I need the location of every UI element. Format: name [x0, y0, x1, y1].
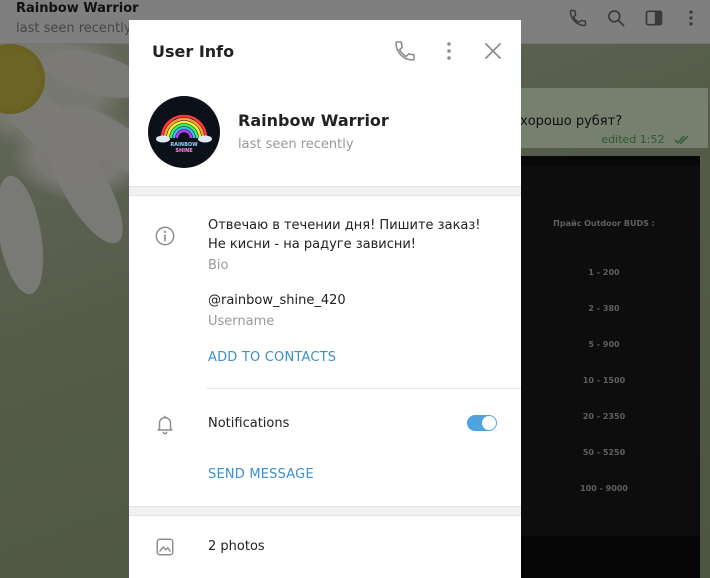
- more-vertical-icon[interactable]: [437, 39, 461, 63]
- photo-icon: [156, 538, 174, 556]
- modal-title: User Info: [152, 42, 235, 61]
- divider: [206, 388, 521, 389]
- bio-text: Отвечаю в течении дня! Пишите заказ! Не …: [208, 218, 481, 252]
- send-message-button[interactable]: SEND MESSAGE: [208, 467, 314, 482]
- photos-count[interactable]: 2 photos: [208, 539, 265, 554]
- bio-label: Bio: [208, 258, 229, 273]
- notifications-toggle[interactable]: [467, 415, 497, 431]
- close-icon[interactable]: [481, 39, 505, 63]
- section-separator: [129, 186, 521, 196]
- rainbow-logo-icon: RAINBOW SHINE: [156, 114, 212, 154]
- bell-icon: [157, 415, 173, 435]
- add-to-contacts-button[interactable]: ADD TO CONTACTS: [208, 350, 336, 365]
- toggle-knob: [482, 416, 496, 430]
- info-icon: [155, 226, 175, 246]
- phone-icon[interactable]: [393, 39, 417, 63]
- username-value[interactable]: @rainbow_shine_420: [208, 293, 346, 308]
- user-info-modal: User Info RAINBOW SHINE Rainbow Warrior …: [129, 20, 521, 578]
- svg-text:SHINE: SHINE: [175, 148, 193, 154]
- profile-name: Rainbow Warrior: [238, 111, 389, 130]
- username-label: Username: [208, 314, 275, 329]
- profile-status: last seen recently: [238, 137, 354, 152]
- section-separator: [129, 506, 521, 516]
- notifications-label: Notifications: [208, 416, 290, 431]
- avatar[interactable]: RAINBOW SHINE: [148, 96, 220, 168]
